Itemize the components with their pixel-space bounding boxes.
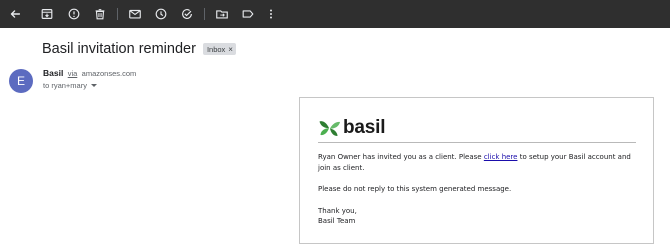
email-body-card: basil Ryan Owner has invited you as a cl… — [299, 97, 654, 244]
archive-icon[interactable] — [38, 5, 56, 23]
recipients-text: to ryan+mary — [43, 81, 87, 90]
divider — [318, 142, 636, 143]
basil-leaf-icon — [319, 121, 340, 136]
delete-icon[interactable] — [91, 5, 109, 23]
mark-unread-icon[interactable] — [126, 5, 144, 23]
brand-name: basil — [343, 117, 386, 138]
signoff: Thank you, — [318, 207, 357, 215]
move-to-icon[interactable] — [213, 5, 231, 23]
click-here-link[interactable]: click here — [484, 153, 518, 161]
subject-row: Basil invitation reminder Inbox × — [42, 39, 236, 59]
basil-logo: basil — [319, 117, 386, 139]
message-toolbar — [0, 0, 670, 28]
add-to-tasks-icon[interactable] — [178, 5, 196, 23]
back-arrow-icon[interactable] — [6, 5, 24, 23]
report-spam-icon[interactable] — [65, 5, 83, 23]
sender-domain: amazonses.com — [81, 69, 137, 78]
toolbar-divider — [117, 8, 118, 20]
toolbar-divider — [204, 8, 205, 20]
chevron-down-icon[interactable] — [90, 84, 97, 87]
more-vert-icon[interactable] — [262, 5, 280, 23]
remove-label-button[interactable]: × — [228, 45, 233, 54]
recipients-details[interactable]: to ryan+mary — [43, 81, 97, 90]
sender-line: Basil via amazonses.com — [43, 68, 136, 78]
invite-paragraph: Ryan Owner has invited you as a client. … — [318, 152, 638, 173]
email-subject: Basil invitation reminder — [42, 41, 196, 57]
avatar[interactable]: E — [9, 69, 33, 93]
labels-icon[interactable] — [239, 5, 257, 23]
sender-name[interactable]: Basil — [43, 68, 63, 78]
no-reply-notice: Please do not reply to this system gener… — [318, 185, 512, 193]
signature: Basil Team — [318, 217, 356, 225]
invite-text-start: Ryan Owner has invited you as a client. … — [318, 153, 484, 161]
label-chip-inbox: Inbox × — [202, 43, 236, 55]
label-chip-text: Inbox — [206, 44, 226, 54]
via-link[interactable]: via — [68, 69, 78, 78]
snooze-icon[interactable] — [152, 5, 170, 23]
